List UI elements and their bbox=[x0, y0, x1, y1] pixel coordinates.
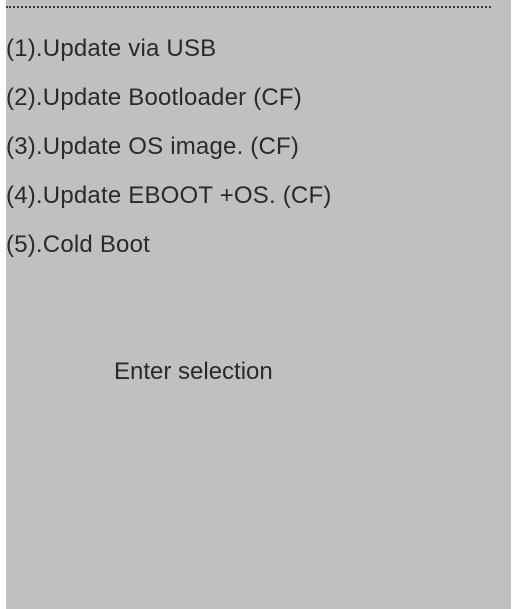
menu-item-update-via-usb[interactable]: (1).Update via USB bbox=[6, 33, 332, 65]
menu-item-update-eboot-os[interactable]: (4).Update EBOOT +OS. (CF) bbox=[6, 180, 332, 212]
boot-menu-screen: (1).Update via USB (2).Update Bootloader… bbox=[6, 0, 511, 609]
dotted-separator bbox=[6, 6, 491, 8]
menu-item-update-bootloader[interactable]: (2).Update Bootloader (CF) bbox=[6, 82, 332, 114]
boot-menu-list: (1).Update via USB (2).Update Bootloader… bbox=[6, 33, 332, 278]
enter-selection-prompt: Enter selection bbox=[114, 358, 273, 385]
menu-item-cold-boot[interactable]: (5).Cold Boot bbox=[6, 229, 332, 261]
menu-item-update-os-image[interactable]: (3).Update OS image. (CF) bbox=[6, 131, 332, 163]
